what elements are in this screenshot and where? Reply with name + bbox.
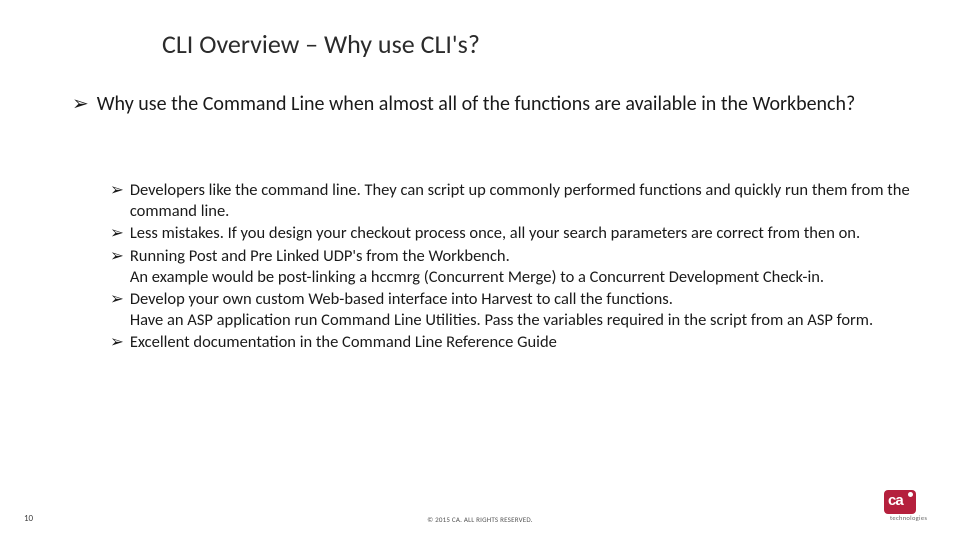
page-number: 10 [24,513,33,524]
list-item-text: Excellent documentation in the Command L… [130,332,557,353]
list-item-text: Less mistakes. If you design your checko… [130,223,860,244]
bullet-arrow-icon: ➢ [110,246,124,287]
bullet-arrow-icon: ➢ [72,92,89,117]
footer: 10 © 2015 CA. ALL RIGHTS RESERVED. ca te… [0,500,960,524]
bullet-arrow-icon: ➢ [110,332,124,353]
copyright-text: © 2015 CA. ALL RIGHTS RESERVED. [427,515,532,524]
list-item: ➢ Less mistakes. If you design your chec… [110,223,936,244]
list-item-text: Developers like the command line. They c… [130,180,936,221]
sub-bullet-list: ➢ Developers like the command line. They… [110,180,936,355]
list-item: ➢ Developers like the command line. They… [110,180,936,221]
list-item: ➢ Excellent documentation in the Command… [110,332,936,353]
main-bullet-text: Why use the Command Line when almost all… [97,92,856,117]
slide: CLI Overview – Why use CLI's? ➢ Why use … [0,0,960,540]
bullet-arrow-icon: ➢ [110,223,124,244]
bullet-arrow-icon: ➢ [110,289,124,330]
list-item-text: Running Post and Pre Linked UDP's from t… [130,246,824,287]
list-item: ➢ Develop your own custom Web-based inte… [110,289,936,330]
bullet-arrow-icon: ➢ [110,180,124,221]
ca-dot-icon [908,492,913,497]
ca-badge-icon: ca [884,490,916,514]
ca-logo-subtext: technologies [890,514,927,522]
list-item: ➢ Running Post and Pre Linked UDP's from… [110,246,936,287]
ca-logo-text: ca [888,492,903,509]
slide-title: CLI Overview – Why use CLI's? [162,28,480,60]
main-bullet: ➢ Why use the Command Line when almost a… [72,92,920,117]
ca-logo: ca technologies [884,490,938,520]
list-item-text: Develop your own custom Web-based interf… [130,289,873,330]
